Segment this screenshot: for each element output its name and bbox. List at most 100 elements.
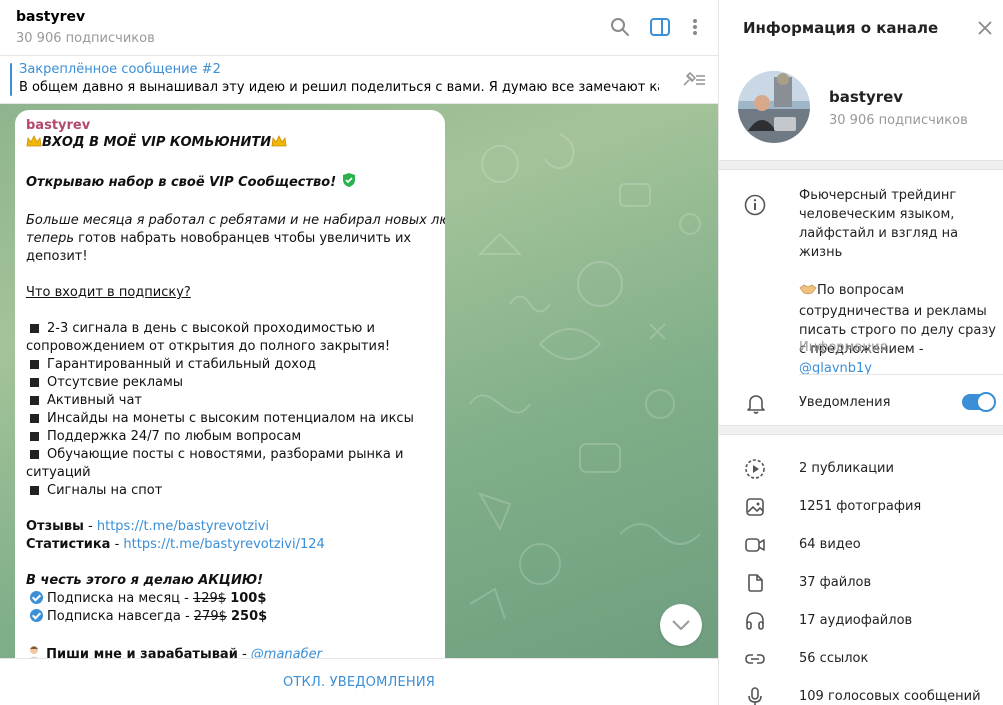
new-price: 100$ — [230, 591, 267, 606]
list-item: Инсайды на монеты с высоким потенциалом … — [26, 410, 434, 428]
channel-subscribers: 30 906 подписчиков — [829, 113, 968, 128]
green-shield-icon — [341, 172, 357, 194]
list-item: Сигналы на спот — [26, 482, 434, 500]
avatar[interactable] — [738, 71, 810, 143]
post-open-line: Открываю набор в своё VIP Сообщество! — [26, 172, 434, 194]
handshake-icon — [799, 282, 817, 302]
verified-check-icon — [30, 591, 43, 604]
pinned-text: В общем давно я вынашивал эту идею и реш… — [19, 80, 659, 95]
offer-month: Подписка на месяц - 129$ 100$ — [26, 590, 434, 608]
stat-row-files[interactable]: 37 файлов — [719, 564, 1003, 602]
section-divider — [719, 425, 1003, 435]
list-item: Гарантированный и стабильный доход — [26, 356, 434, 374]
stat-row-posts[interactable]: 2 публикации — [719, 450, 1003, 488]
bullet-square-icon — [30, 431, 39, 441]
microphone-icon — [744, 686, 766, 705]
bullet-square-icon — [30, 449, 39, 459]
verified-check-icon — [30, 609, 43, 622]
pinned-indicator — [10, 63, 12, 96]
section-divider — [719, 160, 1003, 170]
info-section-label: Информация — [799, 340, 888, 355]
old-price: 129$ — [192, 591, 227, 606]
video-icon — [744, 534, 766, 556]
chat-wallpaper: bastyrev ВХОД В МОЁ VIP КОМЬЮНИТИ Открыв… — [0, 104, 718, 658]
info-icon — [744, 194, 766, 216]
stat-label: 17 аудиофайлов — [799, 613, 913, 628]
more-menu-icon[interactable] — [682, 14, 708, 40]
photo-icon — [744, 496, 766, 518]
chat-header[interactable]: bastyrev 30 906 подписчиков — [0, 0, 718, 56]
close-icon[interactable] — [975, 18, 995, 38]
panel-title: Информация о канале — [743, 19, 939, 37]
chat-title[interactable]: bastyrev — [16, 9, 85, 25]
description-line: Фьючерсный трейдинг человеческим языком,… — [799, 188, 959, 260]
post-author[interactable]: bastyrev — [26, 118, 434, 133]
mute-notifications-button[interactable]: ОТКЛ. УВЕДОМЛЕНИЯ — [0, 659, 718, 705]
list-item: Активный чат — [26, 392, 434, 410]
cta-separator: - — [237, 647, 251, 658]
reviews-label: Отзывы — [26, 519, 84, 534]
list-item-continuation: ситуаций — [26, 465, 91, 480]
post-whats-in: Что входит в подписку? — [26, 285, 191, 300]
bullet-square-icon — [30, 395, 39, 405]
toggle-knob — [976, 392, 996, 412]
headphones-icon — [744, 610, 766, 632]
stats-link[interactable]: https://t.me/bastyrevotzivi/124 — [123, 537, 324, 552]
stats-line: Статистика - https://t.me/bastyrevotzivi… — [26, 537, 325, 552]
man-emoji-icon — [26, 644, 42, 658]
chevron-down-icon — [672, 620, 690, 630]
divider — [799, 374, 1003, 375]
bullet-square-icon — [30, 377, 39, 387]
intro-rest: готов набрать новобранцев чтобы увеличит… — [73, 231, 412, 246]
list-item-continuation: сопровождением от открытия до полного за… — [26, 339, 391, 354]
stat-label: 56 ссылок — [799, 651, 869, 666]
channel-name: bastyrev — [829, 88, 904, 106]
stat-row-audio[interactable]: 17 аудиофайлов — [719, 602, 1003, 640]
stat-row-videos[interactable]: 64 видео — [719, 526, 1003, 564]
post-intro-line-3: депозит! — [26, 249, 88, 264]
description-contact: По вопросам сотрудничества и рекламы пис… — [799, 282, 996, 376]
list-item: Поддержка 24/7 по любым вопросам — [26, 428, 434, 446]
channel-post[interactable]: bastyrev ВХОД В МОЁ VIP КОМЬЮНИТИ Открыв… — [15, 110, 445, 658]
new-price: 250$ — [231, 609, 268, 624]
reviews-link[interactable]: https://t.me/bastyrevotzivi — [97, 519, 269, 534]
cta-text: Пиши мне и зарабатывай — [46, 647, 238, 658]
bell-icon — [745, 392, 767, 414]
link-icon — [744, 648, 766, 670]
stats-label: Статистика — [26, 537, 111, 552]
bullet-square-icon — [30, 413, 39, 423]
post-intro-line-2: теперь готов набрать новобранцев чтобы у… — [26, 230, 434, 248]
pinned-title: Закреплённое сообщение #2 — [19, 62, 221, 77]
stat-row-photos[interactable]: 1251 фотография — [719, 488, 1003, 526]
open-line-text: Открываю набор в своё VIP Сообщество! — [26, 175, 337, 190]
old-price: 279$ — [193, 609, 227, 624]
cta-contact-link[interactable]: @manaбer — [251, 647, 322, 658]
stat-label: 2 публикации — [799, 461, 894, 476]
list-item: Отсутсвие рекламы — [26, 374, 434, 392]
list-item: Обучающие посты с новостями, разборами р… — [26, 446, 434, 464]
bullet-square-icon — [30, 323, 39, 333]
reviews-line: Отзывы - https://t.me/bastyrevotzivi — [26, 519, 270, 534]
intro-italic-word: теперь — [26, 231, 74, 246]
stat-label: 109 голосовых сообщений — [799, 689, 981, 704]
sidebar-toggle-icon[interactable] — [647, 14, 673, 40]
notifications-toggle[interactable] — [962, 392, 996, 412]
search-icon[interactable] — [607, 14, 633, 40]
post-headline: ВХОД В МОЁ VIP КОМЬЮНИТИ — [26, 134, 434, 154]
chat-subscriber-count: 30 906 подписчиков — [16, 31, 155, 46]
crown-icon — [271, 135, 287, 154]
pinned-list-icon[interactable] — [680, 70, 706, 90]
scroll-down-button[interactable] — [660, 604, 702, 646]
pinned-message-bar[interactable]: Закреплённое сообщение #2 В общем давно … — [0, 56, 718, 104]
headline-text: ВХОД В МОЁ VIP КОМЬЮНИТИ — [42, 135, 272, 150]
offer-forever: Подписка навсегда - 279$ 250$ — [26, 608, 434, 626]
cta-line: Пиши мне и зарабатывай - @manaбer — [26, 644, 434, 658]
chat-pane: bastyrev 30 906 подписчиков Закреплённое… — [0, 0, 718, 705]
stat-row-links[interactable]: 56 ссылок — [719, 640, 1003, 678]
crown-icon — [26, 135, 42, 154]
list-item: 2-3 сигнала в день с высокой проходимост… — [26, 320, 434, 338]
post-intro-line-1: Больше месяца я работал с ребятами и не … — [26, 213, 445, 228]
stat-row-voice[interactable]: 109 голосовых сообщений — [719, 678, 1003, 705]
file-icon — [744, 572, 766, 594]
stat-label: 1251 фотография — [799, 499, 922, 514]
